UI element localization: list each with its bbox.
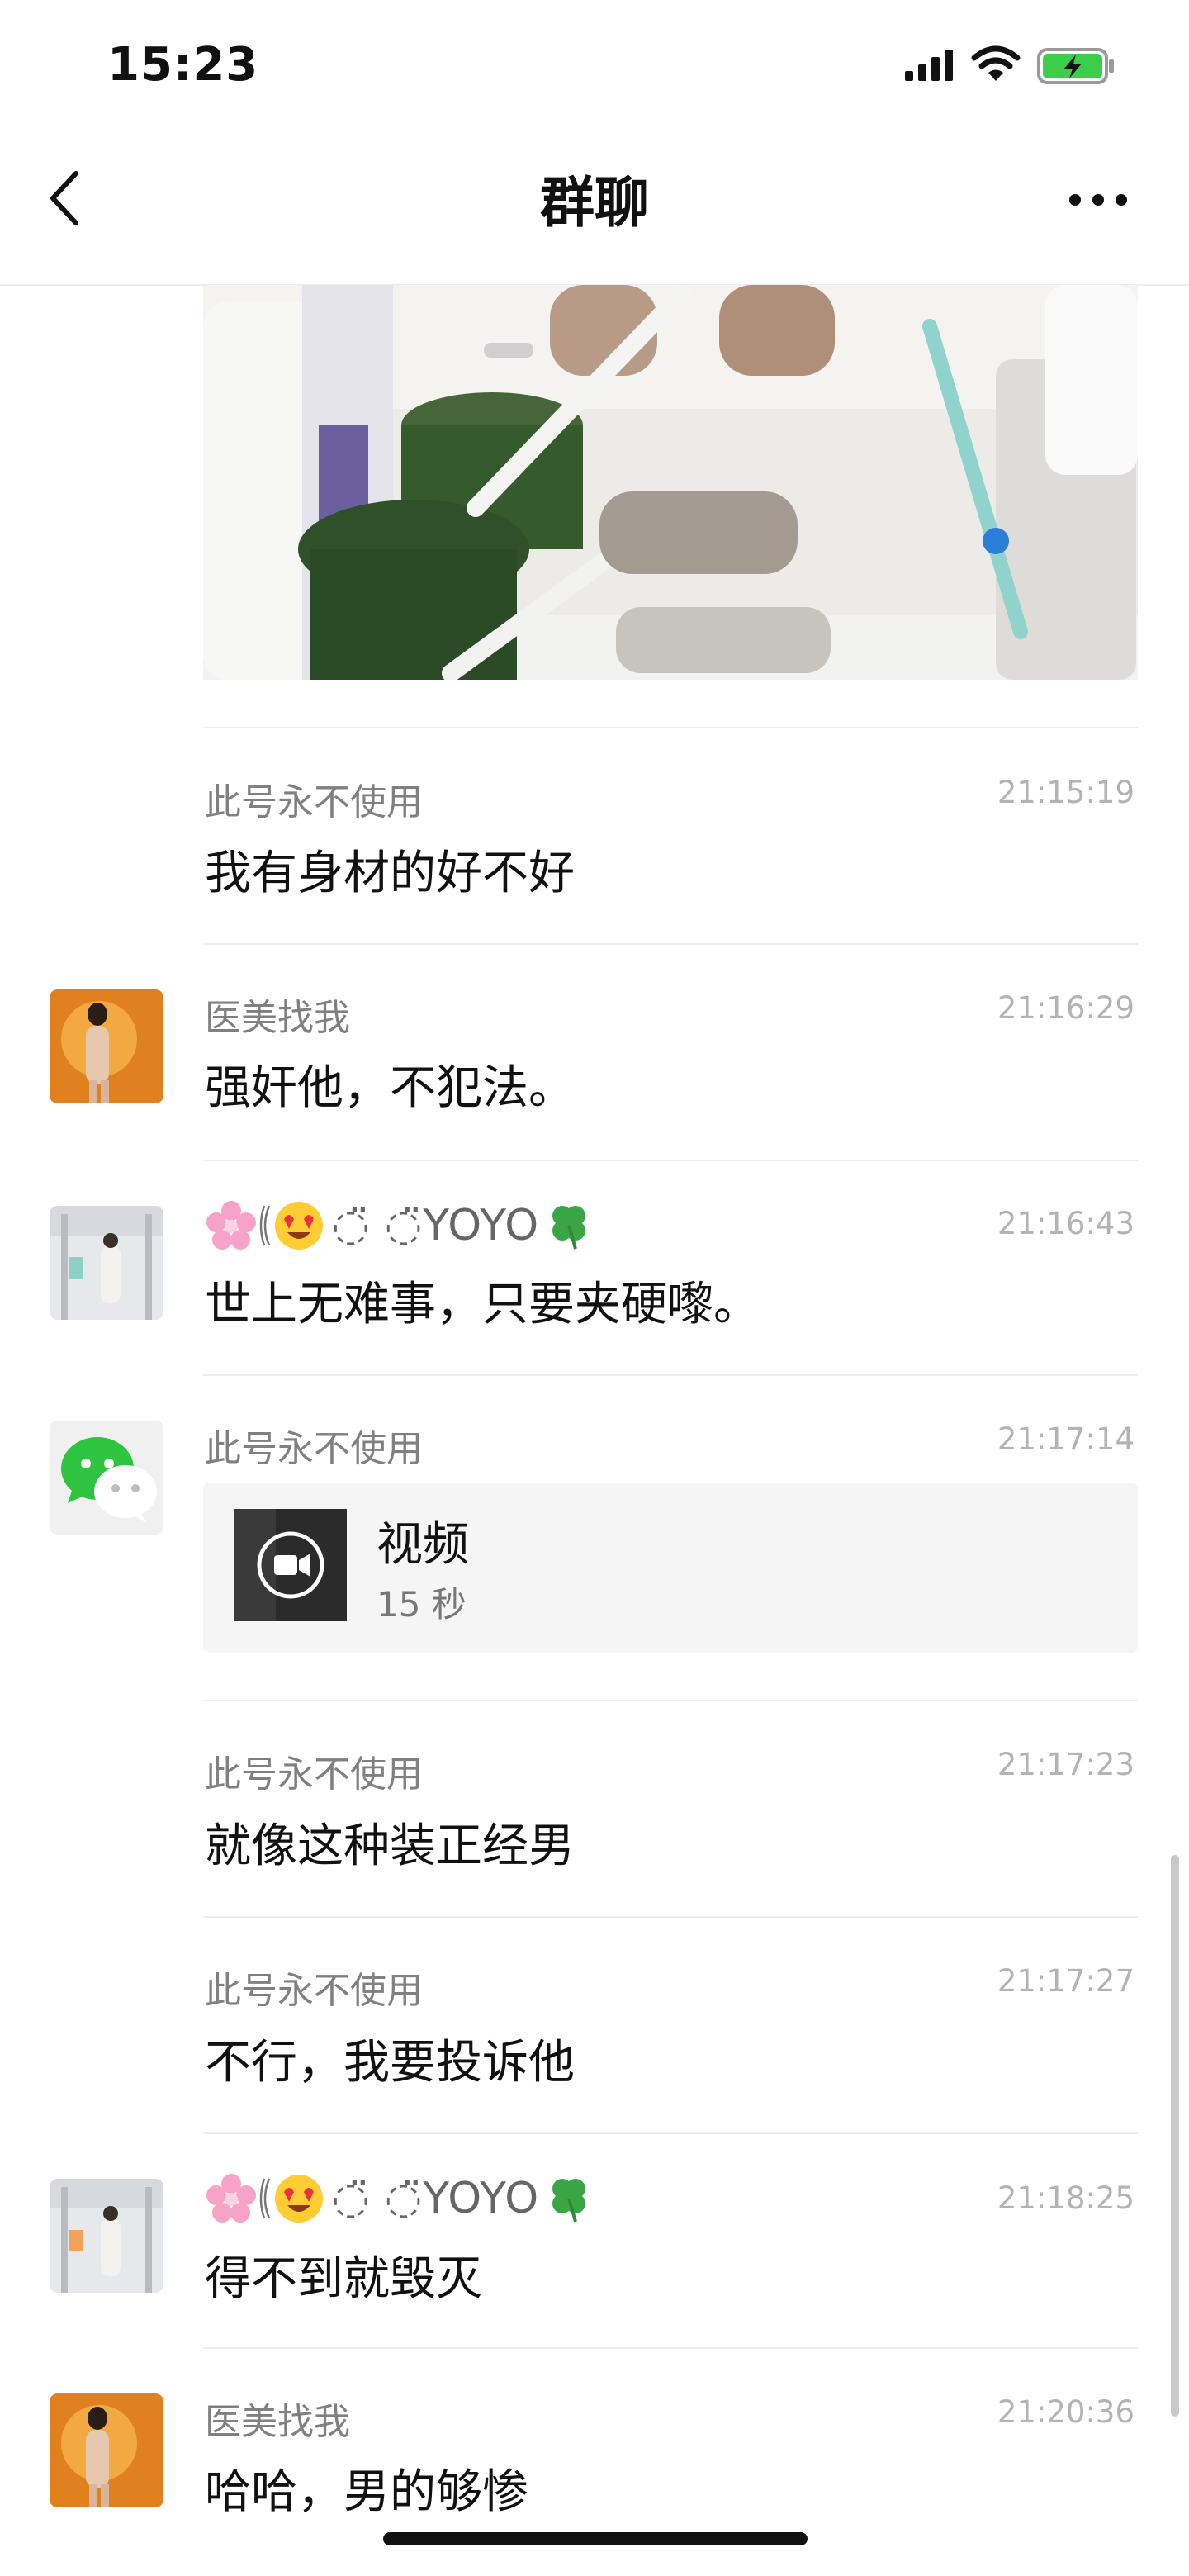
video-thumbnail [234, 1509, 347, 1621]
avatar[interactable] [50, 1421, 163, 1535]
avatar-image [50, 989, 163, 1103]
sender-name: 此号永不使用 [205, 1428, 423, 1470]
sender-name-text: YOYO [423, 1201, 540, 1250]
heart-eyes-emoji-icon [275, 2175, 323, 2223]
sender-name: 此号永不使用 [205, 1970, 423, 2012]
sender-name: ◌̈ ◌̈ YOYO [205, 1199, 595, 1252]
avatar[interactable] [50, 2393, 163, 2507]
message-time: 21:15:19 [997, 775, 1135, 810]
four-leaf-clover-icon [552, 2179, 586, 2223]
message-text: 不行，我要投诉他 [205, 2036, 575, 2090]
message-text: 就像这种装正经男 [205, 1819, 575, 1873]
avatar-image [50, 2179, 163, 2293]
image-message[interactable] [203, 285, 1138, 680]
wechat-logo-icon [50, 1421, 163, 1535]
signal-icon [905, 50, 953, 81]
divider [203, 1374, 1138, 1376]
message-time: 21:18:25 [997, 2180, 1135, 2216]
sender-name-text: YOYO [423, 2174, 540, 2223]
message-text: 哈哈，男的够惨 [205, 2465, 528, 2519]
message-time: 21:17:14 [997, 1421, 1135, 1457]
message-text: 强奸他，不犯法。 [205, 1061, 575, 1115]
video-message-card[interactable]: 视频 15 秒 [203, 1483, 1138, 1653]
divider [203, 1700, 1138, 1701]
message-time: 21:16:29 [997, 990, 1135, 1026]
message-time: 21:17:27 [997, 1963, 1135, 1999]
four-leaf-clover-icon [552, 1206, 586, 1250]
scrollbar[interactable] [1171, 1855, 1179, 2417]
video-label: 视频 [377, 1518, 469, 1572]
bathroom-photo [203, 285, 1138, 680]
wifi-icon [971, 45, 1021, 81]
cherry-blossom-icon [206, 2174, 256, 2223]
sender-name: 此号永不使用 [205, 1753, 423, 1796]
message-time: 21:16:43 [997, 1206, 1135, 1241]
more-dots-icon[interactable] [1065, 183, 1131, 216]
video-camera-icon [234, 1509, 347, 1621]
cherry-blossom-icon [206, 1201, 256, 1250]
video-duration: 15 秒 [377, 1584, 467, 1625]
sender-name: 此号永不使用 [205, 781, 423, 823]
divider [203, 727, 1138, 728]
message-time: 21:20:36 [997, 2394, 1135, 2430]
bracket-icon [259, 1205, 271, 1246]
sender-name: 医美找我 [205, 2401, 350, 2443]
status-time: 15:23 [107, 38, 259, 92]
message-text: 我有身材的好不好 [205, 847, 575, 900]
avatar[interactable] [50, 989, 163, 1103]
sender-name: 医美找我 [205, 997, 350, 1039]
avatar[interactable] [50, 2179, 163, 2293]
message-time: 21:17:23 [997, 1747, 1135, 1782]
bracket-icon [259, 2178, 271, 2219]
divider [203, 2132, 1138, 2134]
sender-name: ◌̈ ◌̈ YOYO [205, 2172, 595, 2225]
heart-eyes-emoji-icon [275, 1202, 323, 1250]
home-indicator[interactable] [383, 2532, 808, 2545]
divider [203, 943, 1138, 945]
avatar[interactable] [50, 1206, 163, 1320]
message-text: 得不到就毁灭 [205, 2252, 482, 2306]
message-text: 世上无难事，只要夹硬嚟。 [205, 1278, 760, 1331]
divider [203, 1916, 1138, 1918]
divider [203, 1160, 1138, 1161]
divider [203, 2347, 1138, 2349]
avatar-image [50, 2393, 163, 2507]
avatar-image [50, 1206, 163, 1320]
page-title: 群聊 [540, 171, 649, 235]
battery-charging-icon [1037, 48, 1114, 84]
